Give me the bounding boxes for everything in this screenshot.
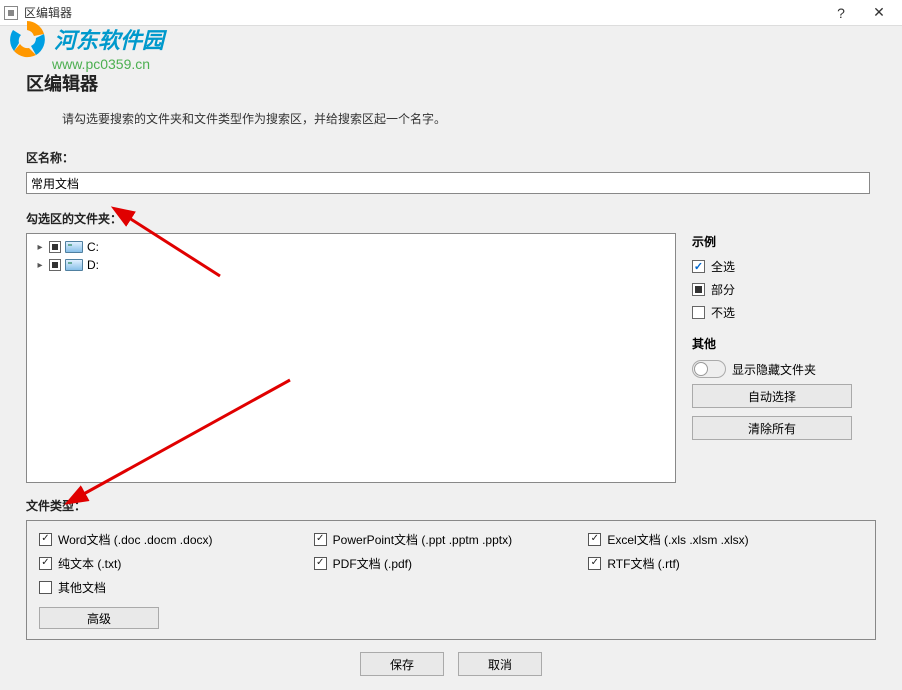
zone-name-input[interactable] [26, 172, 870, 194]
footer: 保存 取消 [26, 640, 876, 676]
window-title: 区编辑器 [24, 4, 822, 21]
cancel-button[interactable]: 取消 [458, 652, 542, 676]
filetype-word[interactable]: ✓ Word文档 (.doc .docm .docx) [39, 531, 314, 547]
tree-row-c[interactable]: ▸ C: [31, 238, 671, 256]
advanced-button[interactable]: 高级 [39, 607, 159, 629]
legend-partial-label: 部分 [711, 281, 735, 298]
titlebar: 区编辑器 ? ✕ [0, 0, 902, 26]
folder-tree[interactable]: ▸ C: ▸ D: [26, 233, 676, 483]
page-subhelp: 请勾选要搜索的文件夹和文件类型作为搜索区，并给搜索区起一个名字。 [62, 110, 876, 127]
auto-select-button[interactable]: 自动选择 [692, 384, 852, 408]
filetype-other[interactable]: 其他文档 [39, 579, 314, 595]
tree-checkbox[interactable] [49, 241, 61, 253]
filetype-ppt-label: PowerPoint文档 (.ppt .pptm .pptx) [333, 531, 512, 548]
filetype-excel[interactable]: ✓ Excel文档 (.xls .xlsm .xlsx) [588, 531, 863, 547]
checkbox[interactable] [39, 581, 52, 594]
filetype-word-label: Word文档 (.doc .docm .docx) [58, 531, 213, 548]
filetype-txt-label: 纯文本 (.txt) [58, 555, 121, 572]
checkbox[interactable]: ✓ [588, 557, 601, 570]
expand-icon[interactable]: ▸ [35, 242, 45, 252]
tree-label: C: [87, 240, 99, 254]
filetype-rtf[interactable]: ✓ RTF文档 (.rtf) [588, 555, 863, 571]
expand-icon[interactable]: ▸ [35, 260, 45, 270]
close-button[interactable]: ✕ [860, 0, 898, 26]
drive-icon [65, 259, 83, 271]
tree-checkbox[interactable] [49, 259, 61, 271]
filetype-pdf[interactable]: ✓ PDF文档 (.pdf) [314, 555, 589, 571]
filetype-txt[interactable]: ✓ 纯文本 (.txt) [39, 555, 314, 571]
checkbox[interactable]: ✓ [39, 557, 52, 570]
clear-all-button[interactable]: 清除所有 [692, 416, 852, 440]
checkbox[interactable]: ✓ [314, 533, 327, 546]
folders-label: 勾选区的文件夹： [26, 210, 876, 227]
page-heading: 区编辑器 [26, 70, 876, 96]
filetypes-box: ✓ Word文档 (.doc .docm .docx) ✓ 纯文本 (.txt)… [26, 520, 876, 640]
filetype-other-label: 其他文档 [58, 579, 106, 596]
tree-row-d[interactable]: ▸ D: [31, 256, 671, 274]
show-hidden-toggle[interactable] [692, 360, 726, 378]
checkbox[interactable]: ✓ [588, 533, 601, 546]
legend-partial: 部分 [692, 281, 876, 298]
legend-none: 不选 [692, 304, 876, 321]
checkbox[interactable]: ✓ [314, 557, 327, 570]
filetype-rtf-label: RTF文档 (.rtf) [607, 555, 679, 572]
other-title: 其他 [692, 335, 876, 352]
app-icon [4, 6, 18, 20]
side-panel: 示例 ✓ 全选 部分 不选 其他 显示隐藏文件夹 [692, 233, 876, 483]
filetypes-label: 文件类型： [26, 497, 876, 514]
filetype-excel-label: Excel文档 (.xls .xlsm .xlsx) [607, 531, 748, 548]
filetype-ppt[interactable]: ✓ PowerPoint文档 (.ppt .pptm .pptx) [314, 531, 589, 547]
drive-icon [65, 241, 83, 253]
legend-title: 示例 [692, 233, 876, 250]
legend-full: ✓ 全选 [692, 258, 876, 275]
legend-none-label: 不选 [711, 304, 735, 321]
help-button[interactable]: ? [822, 0, 860, 26]
filetype-pdf-label: PDF文档 (.pdf) [333, 555, 412, 572]
save-button[interactable]: 保存 [360, 652, 444, 676]
legend-full-label: 全选 [711, 258, 735, 275]
zone-name-label: 区名称： [26, 149, 876, 166]
show-hidden-label: 显示隐藏文件夹 [732, 361, 816, 378]
checkbox[interactable]: ✓ [39, 533, 52, 546]
tree-label: D: [87, 258, 99, 272]
